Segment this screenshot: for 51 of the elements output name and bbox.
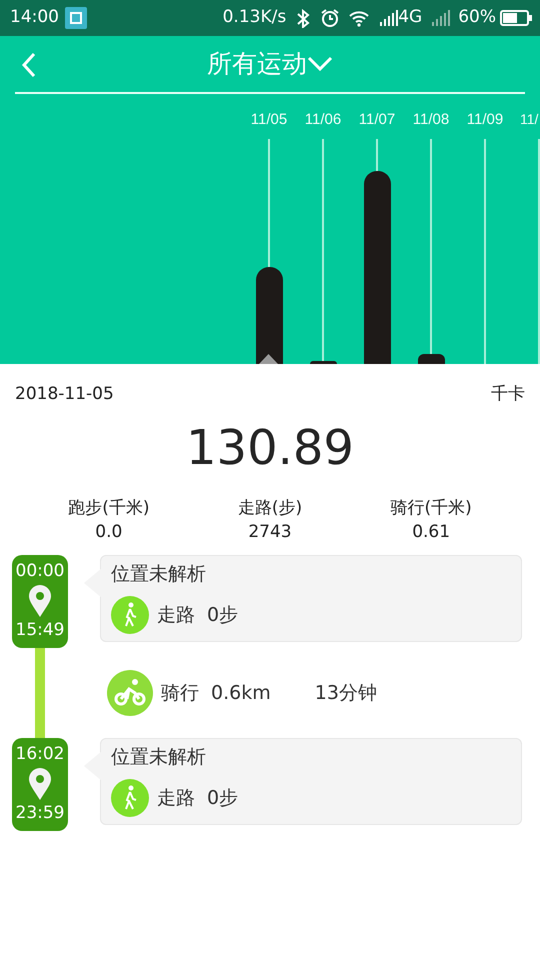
activity-name: 骑行: [161, 680, 199, 706]
activity-name: 走路: [157, 603, 195, 628]
chart-bar[interactable]: [256, 267, 282, 364]
signal-icon: [378, 8, 398, 28]
date-text: 2018-11-05: [15, 383, 114, 406]
date-label[interactable]: 11/05: [250, 94, 288, 139]
distance-text: 0.6km: [211, 680, 271, 706]
clock-text: 14:00: [10, 6, 59, 30]
alarm-icon: [320, 8, 340, 28]
stat-label: 骑行(千米): [390, 496, 472, 520]
date-label[interactable]: 11/06: [304, 94, 342, 139]
card-pointer-icon: [84, 568, 102, 598]
screenshot-icon: [65, 7, 87, 29]
stat-value: 0.61: [412, 521, 450, 544]
start-time: 16:02: [16, 742, 64, 766]
date-label[interactable]: 11/07: [358, 94, 396, 139]
location-pin-icon: [28, 584, 52, 618]
calories-value: 130.89: [186, 424, 354, 472]
chevron-down-icon: [307, 56, 333, 72]
activity-name: 走路: [157, 786, 195, 812]
end-time: 23:59: [16, 802, 64, 826]
duration-text: 13分钟: [314, 680, 377, 706]
activity-dropdown[interactable]: 所有运动: [207, 45, 333, 83]
stat-label: 走路(步): [238, 496, 302, 520]
network-type-text: 4G: [398, 6, 422, 30]
unit-text: 千卡: [491, 383, 525, 406]
battery-text: 60%: [458, 6, 496, 30]
chart-bar[interactable]: [418, 354, 444, 364]
walking-icon: [111, 596, 149, 634]
location-text: 位置未解析: [111, 744, 207, 770]
location-text: 位置未解析: [111, 562, 207, 587]
end-time: 15:49: [16, 619, 64, 642]
stat-value: 2743: [248, 521, 292, 544]
walking-icon: [111, 779, 149, 818]
stat-label: 跑步(千米): [68, 496, 150, 520]
stat-value: 0.0: [95, 521, 122, 544]
battery-icon: [500, 10, 532, 26]
back-icon: [21, 52, 37, 78]
cycling-icon: [107, 670, 153, 716]
chart-bar[interactable]: [310, 361, 336, 364]
network-speed-text: 0.13K/s: [222, 6, 286, 30]
date-label[interactable]: 11/09: [466, 94, 504, 139]
location-pin-icon: [28, 767, 52, 802]
date-label[interactable]: 11/08: [412, 94, 450, 139]
card-pointer-icon: [84, 750, 102, 781]
signal-icon: [430, 8, 450, 28]
start-time: 00:00: [16, 560, 64, 583]
step-count: 0步: [207, 786, 238, 812]
step-count: 0步: [207, 603, 238, 628]
chart-bar[interactable]: [364, 171, 390, 364]
date-label[interactable]: 11/: [520, 94, 538, 139]
